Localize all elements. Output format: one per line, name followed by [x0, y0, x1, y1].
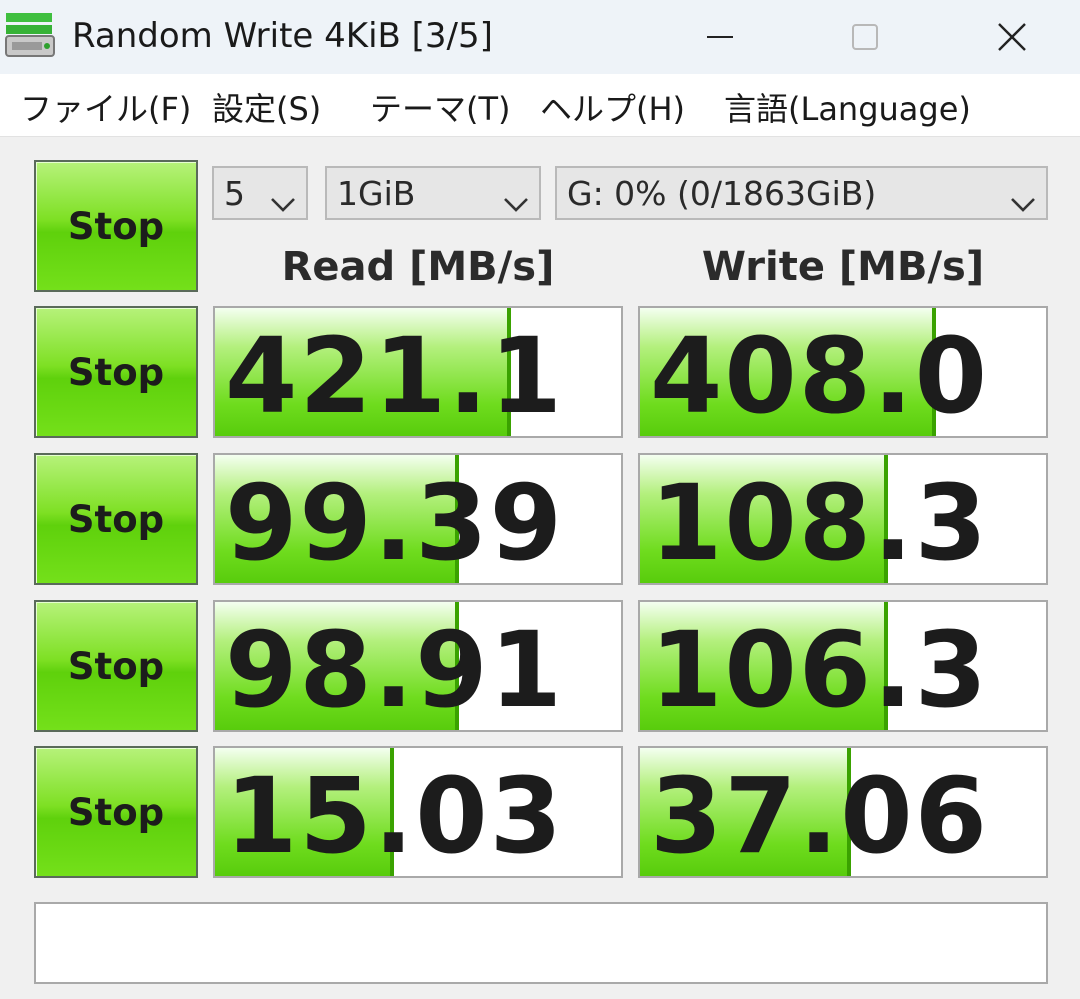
- result-read-1: 421.1: [213, 306, 623, 438]
- menu-bar: ファイル(F) 設定(S) テーマ(T) ヘルプ(H) 言語(Language): [0, 74, 1080, 137]
- menu-theme[interactable]: テーマ(T): [370, 84, 511, 130]
- write-column-header: Write [MB/s]: [701, 244, 985, 290]
- result-write-1: 408.0: [638, 306, 1048, 438]
- result-read-3: 98.91: [213, 600, 623, 732]
- menu-settings[interactable]: 設定(S): [212, 84, 321, 130]
- test-size-value: 1GiB: [337, 174, 416, 213]
- result-value: 106.3: [650, 609, 989, 731]
- result-value: 37.06: [650, 755, 989, 877]
- result-value: 15.03: [225, 755, 564, 877]
- title-bar: Random Write 4KiB [3/5]: [0, 0, 1080, 74]
- app-drive-icon: [4, 10, 56, 60]
- close-icon: [996, 21, 1028, 53]
- minimize-button[interactable]: [650, 0, 790, 74]
- drive-value: G: 0% (0/1863GiB): [567, 174, 877, 213]
- test-1-stop-button[interactable]: Stop: [34, 306, 198, 438]
- maximize-icon: [850, 22, 880, 52]
- drive-select[interactable]: G: 0% (0/1863GiB): [555, 166, 1048, 220]
- result-value: 108.3: [650, 462, 989, 584]
- menu-file[interactable]: ファイル(F): [20, 84, 191, 130]
- maximize-button[interactable]: [795, 0, 935, 74]
- result-value: 98.91: [225, 609, 564, 731]
- close-button[interactable]: [942, 0, 1080, 74]
- run-all-stop-button[interactable]: Stop: [34, 160, 198, 292]
- test-count-select[interactable]: 5: [212, 166, 308, 220]
- result-write-2: 108.3: [638, 453, 1048, 585]
- test-size-select[interactable]: 1GiB: [325, 166, 541, 220]
- read-column-header: Read [MB/s]: [281, 244, 555, 290]
- result-read-4: 15.03: [213, 746, 623, 878]
- window-title: Random Write 4KiB [3/5]: [72, 16, 493, 56]
- result-value: 421.1: [225, 315, 564, 437]
- minimize-icon: [705, 22, 735, 52]
- result-write-4: 37.06: [638, 746, 1048, 878]
- result-write-3: 106.3: [638, 600, 1048, 732]
- test-2-stop-button[interactable]: Stop: [34, 453, 198, 585]
- test-4-stop-button[interactable]: Stop: [34, 746, 198, 878]
- chevron-down-icon: [1010, 182, 1036, 221]
- chevron-down-icon: [270, 182, 296, 221]
- result-value: 99.39: [225, 462, 564, 584]
- result-read-2: 99.39: [213, 453, 623, 585]
- test-3-stop-button[interactable]: Stop: [34, 600, 198, 732]
- chevron-down-icon: [503, 182, 529, 221]
- menu-help[interactable]: ヘルプ(H): [540, 84, 685, 130]
- comment-input[interactable]: [34, 902, 1048, 984]
- test-count-value: 5: [224, 174, 245, 213]
- menu-language[interactable]: 言語(Language): [724, 84, 971, 130]
- result-value: 408.0: [650, 315, 989, 437]
